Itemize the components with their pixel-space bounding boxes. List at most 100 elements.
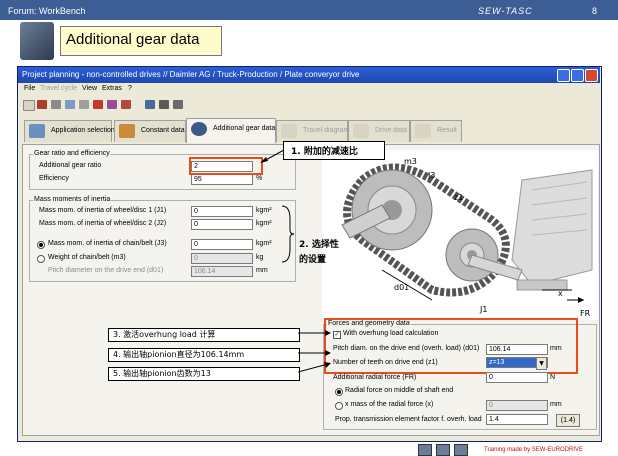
j3-radio[interactable] [37,241,45,249]
minimize-icon[interactable] [557,69,570,82]
window-title: Project planning - non-controlled drives… [22,70,360,79]
bracket-icon [281,205,294,263]
x-mass-label: x mass of the radial force (x) [345,401,434,408]
forum-label: Forum: WorkBench [8,6,86,16]
brand-label: SEW-TASC [478,6,533,16]
annotation-3: 3. 激活overhung load 计算 [113,330,216,339]
highlight-forces [324,318,578,374]
prop-factor-input[interactable]: 1.4 [486,414,548,425]
annotation-2-line2: 的设置 [299,255,327,265]
previous-slide-icon[interactable] [436,444,450,456]
menu-file[interactable]: File [24,85,35,92]
tab-drive-data[interactable]: Drive data [348,120,410,142]
x-mass-radio[interactable] [335,402,343,410]
chart-icon[interactable] [121,100,131,109]
menu-view[interactable]: View [82,85,97,92]
slide-title: Additional gear data [66,31,200,48]
first-slide-icon[interactable] [418,444,432,456]
radial-force-input[interactable]: 0 [486,372,548,383]
menu-travel-cycle[interactable]: Travel cycle [40,85,77,92]
m3-radio[interactable] [37,255,45,263]
print-icon[interactable] [51,100,61,109]
label-z1: z1 [454,193,463,202]
menu-help[interactable]: ? [128,85,132,92]
radial-force-label: Additional radial force (FR) [333,374,417,381]
tab-label: Travel diagram [303,127,350,134]
annotation-3-arrow [298,330,331,336]
result-icon [415,124,431,138]
tab-travel-diagram[interactable]: Travel diagram [276,120,350,142]
radial-middle-label: Radial force on middle of shaft end [345,387,454,394]
gear-icon [191,122,207,136]
chain-drive-diagram: m3 J3 z1 d01 J1 x FR [322,150,598,320]
tab-additional-gear-data[interactable]: Additional gear data [186,118,276,143]
prop-default-button[interactable]: (1.4) [556,414,580,427]
tab-label: Drive data [375,127,407,134]
x-mass-input[interactable]: 0 [486,400,548,411]
tab-constant-data[interactable]: Constant data [114,120,186,142]
j2-unit: kgm² [256,220,272,227]
group-title: Mass moments of inertia [33,196,112,203]
m3-unit: kg [256,254,264,261]
radial-force-unit: N [550,374,556,381]
highlight-gear-ratio [189,157,263,175]
j2-label: Mass mom. of inertia of wheel/disc 2 (J2… [39,220,167,227]
maximize-icon[interactable] [571,69,584,82]
motor-icon [353,124,369,138]
annotation-5: 5. 输出轴pionion齿数为13 [113,369,211,378]
annotation-1-arrow [260,149,285,163]
box-icon [119,124,135,138]
menu-extras[interactable]: Extras [102,85,122,92]
report-icon[interactable] [159,100,169,109]
m3-label: Weight of chain/belt (m3) [48,254,126,261]
j1-label: Mass mom. of inertia of wheel/disc 1 (J1… [39,207,167,214]
j3-unit: kgm² [256,240,272,247]
annotation-4: 4. 输出轴pionion直径为106.14mm [113,350,245,359]
page-number: 8 [592,6,598,16]
radial-middle-radio[interactable] [335,388,343,396]
j1-input[interactable]: 0 [191,206,253,217]
travel-chart-icon [281,124,297,138]
j2-input[interactable]: 0 [191,219,253,230]
label-d01: d01 [394,283,409,292]
m3-input[interactable]: 0 [191,253,253,264]
efficiency-label: Efficiency [39,175,69,182]
annotation-4-arrow [298,350,331,356]
gearbox-icon [511,169,593,291]
tab-application-selection[interactable]: Application selection [24,120,115,142]
tool-icon[interactable] [37,100,47,109]
drive-controller-icon [20,22,54,60]
toolbar [18,98,600,112]
efficiency-input[interactable]: 95 [191,174,253,185]
tab-label: Result [437,127,457,134]
label-x: x [558,289,563,298]
diagram-icon[interactable] [107,100,117,109]
settings-icon[interactable] [173,100,183,109]
group-title: Gear ratio and efficiency [33,150,111,157]
label-j3: J3 [427,171,435,180]
new-file-icon[interactable] [23,100,35,111]
j3-label: Mass mom. of inertia of chain/belt (J3) [48,240,167,247]
pitch-diameter-label: Pitch diameter on the drive end (d01) [48,267,164,274]
x-mass-unit: mm [550,401,562,408]
close-icon[interactable] [585,69,598,82]
tab-result[interactable]: Result [410,120,462,142]
annotation-5-arrow [298,362,331,373]
info-icon[interactable] [145,100,155,109]
prop-factor-label: Prop. transmission element factor f. ove… [335,416,482,423]
save-icon[interactable] [65,100,75,109]
label-fr: FR [580,309,591,318]
next-slide-icon[interactable] [454,444,468,456]
footer-credit: Training made by SEW-EURODRIVE [484,447,584,453]
efficiency-unit: % [256,175,263,182]
copy-icon[interactable] [79,100,89,109]
j3-input[interactable]: 0 [191,239,253,250]
label-m3: m3 [404,157,417,166]
large-sprocket-icon [351,169,433,251]
annotation-1: 1. 附加的减速比 [291,147,358,157]
pitch-diameter-unit: mm [256,267,268,274]
conveyor-icon [29,124,45,138]
pitch-diameter-input[interactable]: 106.14 [191,266,253,277]
calc-icon[interactable] [93,100,103,109]
tab-label: Constant data [141,127,185,134]
